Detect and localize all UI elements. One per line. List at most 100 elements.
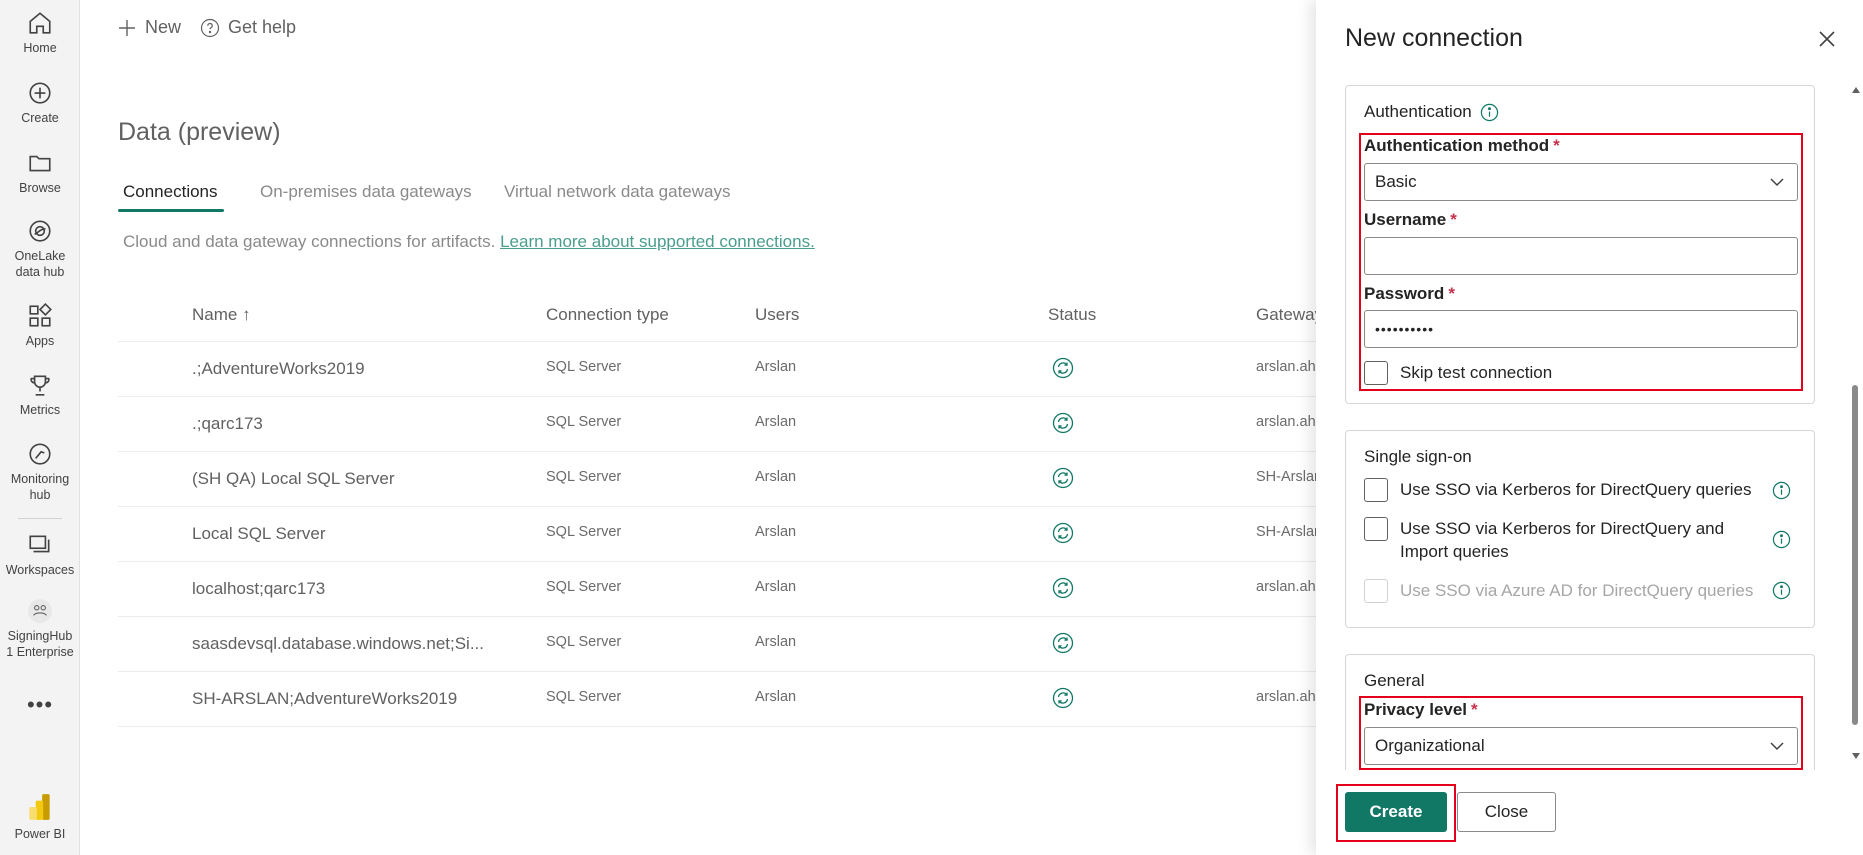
column-header-name[interactable]: Name ↑ — [192, 305, 251, 325]
refresh-status-icon — [1052, 467, 1074, 489]
sso-azure-ad-checkbox — [1364, 579, 1388, 603]
plus-circle-icon — [29, 82, 51, 104]
highlight-auth-fields — [1359, 133, 1803, 391]
connection-status — [1052, 522, 1074, 549]
connection-name[interactable]: .;AdventureWorks2019 — [192, 359, 365, 379]
panel-title: New connection — [1345, 24, 1523, 52]
connection-name[interactable]: SH-ARSLAN;AdventureWorks2019 — [192, 689, 457, 709]
sso-heading: Single sign-on — [1364, 447, 1472, 466]
close-icon[interactable] — [1816, 28, 1838, 50]
table-row[interactable]: .;AdventureWorks2019 SQL Server Arslan arsl… — [118, 341, 1328, 396]
connection-name[interactable]: saasdevsql.database.windows.net;Si... — [192, 634, 484, 654]
plus-icon — [119, 19, 135, 36]
info-icon[interactable] — [1480, 103, 1499, 122]
refresh-status-icon — [1052, 687, 1074, 709]
sso-kerberos-directquery-checkbox[interactable] — [1364, 478, 1388, 502]
folder-icon — [29, 155, 51, 172]
connection-users: Arslan — [755, 579, 797, 595]
connection-name[interactable]: localhost;qarc173 — [192, 579, 325, 599]
general-heading: General — [1364, 671, 1425, 690]
new-button[interactable]: New — [117, 17, 181, 38]
connection-type: SQL Server — [546, 634, 622, 650]
panel-scrollbar-thumb[interactable] — [1852, 385, 1858, 725]
table-row[interactable]: (SH QA) Local SQL Server SQL Server Arslan… — [118, 451, 1322, 506]
monitoring-icon — [29, 443, 51, 465]
column-header-type[interactable]: Connection type — [546, 305, 669, 325]
highlight-create-button — [1336, 784, 1456, 842]
connection-status — [1052, 467, 1074, 494]
connection-type: SQL Server — [546, 469, 622, 485]
scroll-down-arrow-icon[interactable] — [1851, 752, 1861, 760]
connection-gateway: SH-Arslan — [1256, 524, 1323, 540]
tab-on-premises-gateways[interactable]: On-premises data gateways — [260, 182, 472, 202]
table-row[interactable]: localhost;qarc173 SQL Server Arslan arslan.… — [118, 561, 1328, 616]
connection-status — [1052, 357, 1074, 384]
scroll-up-arrow-icon[interactable] — [1851, 86, 1861, 94]
refresh-status-icon — [1052, 412, 1074, 434]
nav-home[interactable]: Home — [0, 10, 80, 56]
connection-name[interactable]: .;qarc173 — [192, 414, 263, 434]
nav-onelake-data-hub[interactable]: OneLake data hub — [0, 218, 80, 280]
nav-apps[interactable]: Apps — [0, 303, 80, 349]
active-tab-indicator — [118, 209, 224, 212]
tab-virtual-network-gateways[interactable]: Virtual network data gateways — [504, 182, 730, 202]
nav-create[interactable]: Create — [0, 80, 80, 126]
table-row[interactable]: .;qarc173 SQL Server Arslan arslan.ahm — [118, 396, 1328, 451]
refresh-status-icon — [1052, 357, 1074, 379]
sso-azure-ad-option: Use SSO via Azure AD for DirectQuery que… — [1364, 579, 1774, 603]
home-icon — [29, 12, 51, 34]
close-button[interactable]: Close — [1457, 792, 1556, 832]
authentication-heading: Authentication — [1364, 102, 1499, 122]
nav-power-bi[interactable]: Power BI — [0, 792, 80, 842]
connection-name[interactable]: (SH QA) Local SQL Server — [192, 469, 395, 489]
connection-status — [1052, 412, 1074, 439]
connection-name[interactable]: Local SQL Server — [192, 524, 326, 544]
help-icon — [200, 18, 220, 37]
column-header-users[interactable]: Users — [755, 305, 799, 325]
nav-browse[interactable]: Browse — [0, 150, 80, 196]
connection-status — [1052, 577, 1074, 604]
more-options-icon[interactable]: ••• — [0, 692, 80, 718]
learn-more-link[interactable]: Learn more about supported connections. — [500, 232, 815, 251]
column-header-gateway[interactable]: Gateway — [1256, 305, 1323, 325]
page-title: Data (preview) — [118, 118, 281, 146]
connection-users: Arslan — [755, 634, 797, 650]
page-description: Cloud and data gateway connections for a… — [123, 232, 815, 251]
column-header-status[interactable]: Status — [1048, 305, 1096, 325]
connection-users: Arslan — [755, 414, 797, 430]
highlight-privacy-level — [1359, 696, 1803, 770]
connection-users: Arslan — [755, 469, 797, 485]
apps-icon — [29, 303, 52, 327]
connection-type: SQL Server — [546, 359, 622, 375]
refresh-status-icon — [1052, 577, 1074, 599]
nav-current-workspace[interactable]: SigningHub 1 Enterprise — [0, 598, 80, 660]
nav-workspaces[interactable]: Workspaces — [0, 532, 80, 578]
sso-kerberos-directquery-option[interactable]: Use SSO via Kerberos for DirectQuery que… — [1364, 478, 1774, 502]
connection-status — [1052, 632, 1074, 659]
table-row[interactable]: SH-ARSLAN;AdventureWorks2019 SQL Server Ar… — [118, 671, 1328, 726]
info-icon[interactable] — [1772, 530, 1791, 549]
left-navigation: Home Create Browse OneLake data hub Apps… — [0, 0, 80, 855]
connection-type: SQL Server — [546, 689, 622, 705]
connection-users: Arslan — [755, 689, 797, 705]
connection-type: SQL Server — [546, 524, 622, 540]
info-icon[interactable] — [1772, 581, 1791, 600]
workspaces-icon — [29, 535, 50, 553]
trophy-icon — [30, 375, 50, 396]
nav-monitoring-hub[interactable]: Monitoring hub — [0, 441, 80, 503]
connection-type: SQL Server — [546, 414, 622, 430]
nav-metrics[interactable]: Metrics — [0, 372, 80, 418]
info-icon[interactable] — [1772, 481, 1791, 500]
sso-kerberos-import-option[interactable]: Use SSO via Kerberos for DirectQuery and… — [1364, 517, 1774, 563]
single-sign-on-section: Single sign-on Use SSO via Kerberos for … — [1345, 430, 1815, 628]
table-row[interactable]: saasdevsql.database.windows.net;Si... SQL… — [118, 616, 1318, 671]
connection-gateway: SH-Arslan — [1256, 469, 1323, 485]
connection-users: Arslan — [755, 359, 797, 375]
connection-type: SQL Server — [546, 579, 622, 595]
sso-kerberos-import-checkbox[interactable] — [1364, 517, 1388, 541]
connection-status — [1052, 687, 1074, 714]
get-help-button[interactable]: Get help — [200, 17, 296, 38]
tab-connections[interactable]: Connections — [123, 182, 218, 202]
table-row[interactable]: Local SQL Server SQL Server Arslan SH-Arsla… — [118, 506, 1322, 561]
workspace-avatar-icon — [28, 599, 52, 623]
